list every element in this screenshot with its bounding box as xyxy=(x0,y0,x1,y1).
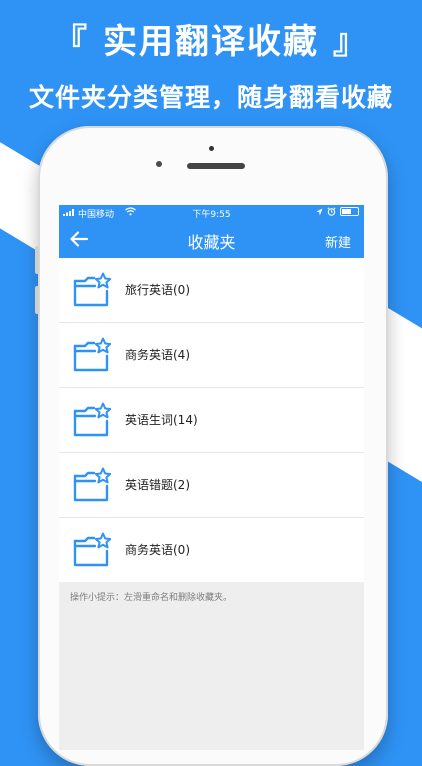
proximity-sensor xyxy=(209,146,214,151)
folder-star-icon xyxy=(73,467,111,502)
usage-tip: 操作小提示：左滑重命名和删除收藏夹。 xyxy=(70,593,233,603)
battery-icon xyxy=(340,207,359,216)
folder-star-icon xyxy=(73,272,111,307)
folder-name: 英语生词(14) xyxy=(125,413,198,427)
new-folder-button[interactable]: 新建 xyxy=(325,232,351,251)
page-title: 收藏夹 xyxy=(187,233,236,252)
folder-row[interactable]: 旅行英语(0) xyxy=(59,258,364,323)
app-screen: 中国移动 下午9:55 收藏夹 新建 旅行英语(0) 商务英语(4) 英语生词(… xyxy=(59,205,364,750)
earpiece-speaker xyxy=(187,163,245,169)
front-camera xyxy=(156,161,162,167)
folder-row[interactable]: 英语生词(14) xyxy=(59,388,364,453)
battery-level xyxy=(342,209,351,214)
volume-button xyxy=(35,246,39,274)
folder-name: 商务英语(0) xyxy=(125,543,190,557)
promo-headline: 『 实用翻译收藏 』 xyxy=(53,22,369,62)
promo-subline: 文件夹分类管理，随身翻看收藏 xyxy=(28,83,393,112)
folder-row[interactable]: 商务英语(4) xyxy=(59,323,364,388)
location-arrow-icon xyxy=(316,208,323,215)
folder-star-icon xyxy=(73,337,111,372)
folder-name: 旅行英语(0) xyxy=(125,283,190,297)
folder-row[interactable]: 英语错题(2) xyxy=(59,453,364,518)
status-right-icons xyxy=(316,207,359,216)
folder-row[interactable]: 商务英语(0) xyxy=(59,518,364,582)
nav-bar: 收藏夹 新建 xyxy=(59,220,364,258)
volume-button xyxy=(35,286,39,314)
status-bar: 中国移动 下午9:55 xyxy=(59,205,364,220)
folder-name: 商务英语(4) xyxy=(125,348,190,362)
folder-star-icon xyxy=(73,532,111,567)
folder-star-icon xyxy=(73,402,111,437)
folder-list: 旅行英语(0) 商务英语(4) 英语生词(14) 英语错题(2) 商务英语(0) xyxy=(59,258,364,582)
alarm-icon xyxy=(327,207,336,216)
folder-name: 英语错题(2) xyxy=(125,478,190,492)
